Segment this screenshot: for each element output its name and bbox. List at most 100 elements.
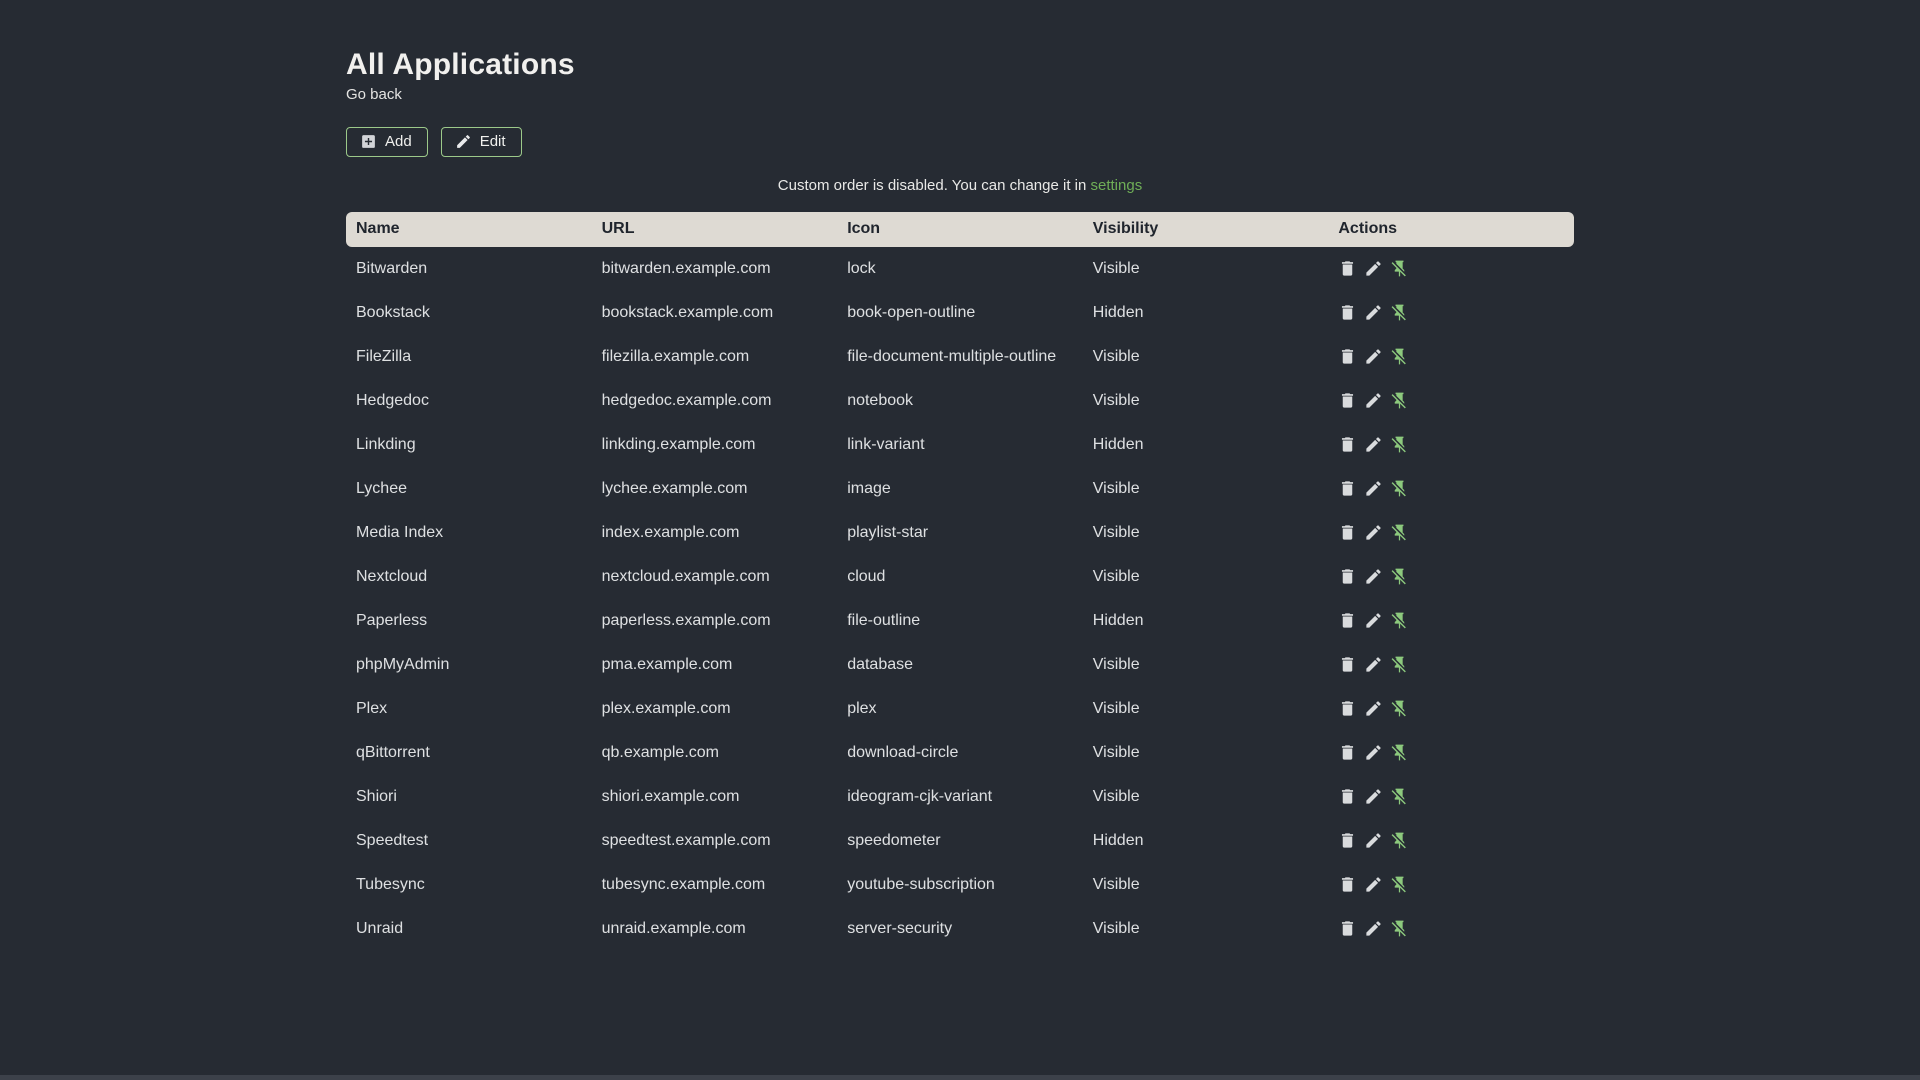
delete-icon[interactable]	[1338, 743, 1357, 762]
cell-actions	[1328, 731, 1574, 775]
cell-name: qBittorrent	[356, 743, 430, 761]
column-header-actions: Actions	[1328, 211, 1574, 247]
table-row: Speedtest speedtest.example.com speedome…	[346, 819, 1574, 863]
pin-off-icon[interactable]	[1390, 787, 1409, 806]
cell-name: Shiori	[356, 787, 397, 805]
horizontal-scrollbar-track[interactable]	[0, 1075, 1920, 1080]
pin-off-icon[interactable]	[1390, 875, 1409, 894]
cell-visibility: Visible	[1092, 743, 1140, 761]
pin-off-icon[interactable]	[1390, 831, 1409, 850]
pin-off-icon[interactable]	[1390, 479, 1409, 498]
edit-icon[interactable]	[1364, 391, 1383, 410]
edit-button-label: Edit	[479, 133, 506, 150]
delete-icon[interactable]	[1338, 831, 1357, 850]
delete-icon[interactable]	[1338, 875, 1357, 894]
cell-icon: link-variant	[847, 435, 925, 453]
edit-button[interactable]: Edit	[440, 126, 522, 157]
edit-icon[interactable]	[1364, 303, 1383, 322]
cell-icon: ideogram-cjk-variant	[847, 787, 993, 805]
cell-actions	[1328, 599, 1574, 643]
edit-icon[interactable]	[1364, 699, 1383, 718]
pin-off-icon[interactable]	[1390, 259, 1409, 278]
delete-icon[interactable]	[1338, 347, 1357, 366]
edit-icon[interactable]	[1364, 523, 1383, 542]
cell-name: Linkding	[356, 435, 416, 453]
page-title: All Applications	[346, 48, 575, 81]
delete-icon[interactable]	[1338, 435, 1357, 454]
pin-off-icon[interactable]	[1390, 435, 1409, 454]
cell-name: Bookstack	[356, 303, 430, 321]
table-row: Bitwarden bitwarden.example.com lock Vis…	[346, 247, 1574, 291]
edit-icon[interactable]	[1364, 611, 1383, 630]
cell-url: qb.example.com	[601, 743, 719, 761]
pin-off-icon[interactable]	[1390, 391, 1409, 410]
edit-icon[interactable]	[1364, 655, 1383, 674]
cell-icon: plex	[847, 699, 877, 717]
pin-off-icon[interactable]	[1390, 743, 1409, 762]
delete-icon[interactable]	[1338, 611, 1357, 630]
edit-icon[interactable]	[1364, 831, 1383, 850]
delete-icon[interactable]	[1338, 523, 1357, 542]
cell-actions	[1328, 511, 1574, 555]
table-row: Shiori shiori.example.com ideogram-cjk-v…	[346, 775, 1574, 819]
column-header-icon: Icon	[837, 211, 1083, 247]
cell-url: shiori.example.com	[601, 787, 740, 805]
table-row: Linkding linkding.example.com link-varia…	[346, 423, 1574, 467]
edit-icon[interactable]	[1364, 347, 1383, 366]
custom-order-notice: Custom order is disabled. You can change…	[346, 177, 1574, 194]
pin-off-icon[interactable]	[1390, 523, 1409, 542]
delete-icon[interactable]	[1338, 303, 1357, 322]
delete-icon[interactable]	[1338, 655, 1357, 674]
cell-icon: lock	[847, 259, 876, 277]
column-header-name: Name	[346, 211, 592, 247]
cell-actions	[1328, 555, 1574, 599]
cell-name: Lychee	[356, 479, 407, 497]
cell-visibility: Hidden	[1092, 611, 1144, 629]
edit-icon[interactable]	[1364, 259, 1383, 278]
cell-actions	[1328, 687, 1574, 731]
pin-off-icon[interactable]	[1390, 303, 1409, 322]
delete-icon[interactable]	[1338, 479, 1357, 498]
table-row: Plex plex.example.com plex Visible	[346, 687, 1574, 731]
cell-url: speedtest.example.com	[601, 831, 771, 849]
pin-off-icon[interactable]	[1390, 655, 1409, 674]
delete-icon[interactable]	[1338, 699, 1357, 718]
edit-icon[interactable]	[1364, 479, 1383, 498]
edit-icon[interactable]	[1364, 787, 1383, 806]
table-row: Bookstack bookstack.example.com book-ope…	[346, 291, 1574, 335]
add-button[interactable]: Add	[346, 126, 428, 157]
edit-icon[interactable]	[1364, 919, 1383, 938]
pin-off-icon[interactable]	[1390, 611, 1409, 630]
column-header-visibility: Visibility	[1082, 211, 1329, 247]
table-row: phpMyAdmin pma.example.com database Visi…	[346, 643, 1574, 687]
table-row: qBittorrent qb.example.com download-circ…	[346, 731, 1574, 775]
go-back-link[interactable]: Go back	[346, 84, 402, 105]
edit-icon[interactable]	[1364, 435, 1383, 454]
pin-off-icon[interactable]	[1390, 919, 1409, 938]
cell-icon: notebook	[847, 391, 914, 409]
settings-link[interactable]: settings	[1091, 177, 1143, 194]
cell-icon: playlist-star	[847, 523, 929, 541]
cell-visibility: Visible	[1092, 259, 1140, 277]
cell-name: Media Index	[356, 523, 444, 541]
edit-icon[interactable]	[1364, 743, 1383, 762]
table-row: Tubesync tubesync.example.com youtube-su…	[346, 863, 1574, 907]
cell-icon: youtube-subscription	[847, 875, 995, 893]
table-row: FileZilla filezilla.example.com file-doc…	[346, 335, 1574, 379]
edit-icon[interactable]	[1364, 875, 1383, 894]
cell-url: paperless.example.com	[601, 611, 771, 629]
delete-icon[interactable]	[1338, 919, 1357, 938]
delete-icon[interactable]	[1338, 567, 1357, 586]
cell-visibility: Visible	[1092, 699, 1140, 717]
cell-actions	[1328, 775, 1574, 819]
edit-icon[interactable]	[1364, 567, 1383, 586]
delete-icon[interactable]	[1338, 259, 1357, 278]
pin-off-icon[interactable]	[1390, 567, 1409, 586]
delete-icon[interactable]	[1338, 391, 1357, 410]
pin-off-icon[interactable]	[1390, 347, 1409, 366]
cell-icon: image	[847, 479, 891, 497]
pin-off-icon[interactable]	[1390, 699, 1409, 718]
cell-actions	[1328, 863, 1574, 907]
delete-icon[interactable]	[1338, 787, 1357, 806]
settings-page: All Applications Go back Add Edit Custom…	[346, 0, 1574, 951]
